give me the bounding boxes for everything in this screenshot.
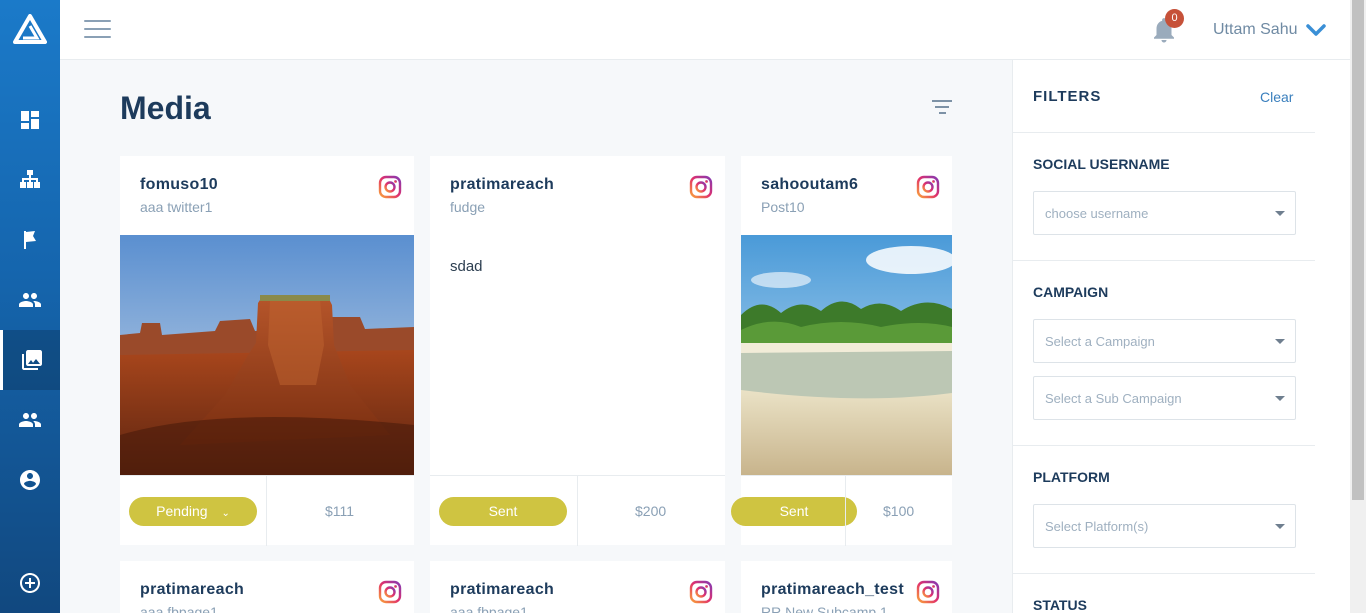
card-username: fomuso10 <box>140 176 218 193</box>
divider <box>1013 445 1315 446</box>
group-icon <box>19 413 41 427</box>
platform-placeholder: Select Platform(s) <box>1045 519 1149 534</box>
card-subtitle: aaa fbpage1 <box>140 604 218 613</box>
page-scroll-thumb[interactable] <box>1352 0 1364 500</box>
chevron-down-icon[interactable] <box>1305 22 1327 38</box>
card-username: pratimareach <box>450 176 555 193</box>
instagram-icon <box>689 175 713 199</box>
sub-campaign-select[interactable]: Select a Sub Campaign <box>1033 376 1296 420</box>
logo-icon[interactable] <box>13 14 47 44</box>
media-card[interactable]: pratimareach aaa fbpage1 <box>120 561 414 613</box>
status-dropdown-button[interactable]: Pending ⌄ <box>129 497 257 526</box>
caret-down-icon <box>1275 211 1285 216</box>
campaign-placeholder: Select a Campaign <box>1045 334 1155 349</box>
instagram-icon <box>689 580 713 604</box>
sidebar-item-media[interactable] <box>0 330 60 390</box>
username-placeholder: choose username <box>1045 206 1149 221</box>
card-username: pratimareach <box>450 581 555 598</box>
instagram-icon <box>378 580 402 604</box>
sidebar-item-users[interactable] <box>0 390 60 450</box>
status-label: Pending <box>156 503 208 519</box>
card-username: pratimareach <box>140 581 245 598</box>
sidebar-add-button[interactable] <box>0 553 60 613</box>
media-card[interactable]: fomuso10 aaa twitter1 Pending ⌄ $111 <box>120 156 414 546</box>
hamburger-line <box>84 28 111 30</box>
sidebar-item-dashboard[interactable] <box>0 90 60 150</box>
card-footer: Sent $100 <box>731 475 952 546</box>
filter-toggle-button[interactable] <box>932 100 952 116</box>
sub-campaign-placeholder: Select a Sub Campaign <box>1045 391 1182 406</box>
media-card[interactable]: pratimareach aaa fbpage1 <box>430 561 725 613</box>
status-button[interactable]: Sent <box>731 497 857 526</box>
card-subtitle: aaa fbpage1 <box>450 604 528 613</box>
caret-down-icon <box>1275 524 1285 529</box>
card-footer: Sent $200 <box>430 475 725 546</box>
divider <box>577 476 578 546</box>
hamburger-line <box>84 36 111 38</box>
top-bar: 0 Uttam Sahu <box>60 0 1350 60</box>
clear-filters-link[interactable]: Clear <box>1260 89 1293 105</box>
card-price: $100 <box>883 503 915 519</box>
media-card[interactable]: sahooutam6 Post10 Sent $100 <box>731 156 952 546</box>
filter-line <box>938 112 946 114</box>
caret-down-icon <box>1275 339 1285 344</box>
media-card[interactable]: pratimareach_test RR New Subcamp 1 <box>741 561 952 613</box>
card-image-desert[interactable] <box>120 235 414 475</box>
chevron-down-icon: ⌄ <box>221 508 230 519</box>
photo-library-icon <box>21 350 42 370</box>
campaign-select[interactable]: Select a Campaign <box>1033 319 1296 363</box>
main-content: Media fomuso10 aaa twitter1 Pending ⌄ $1… <box>60 60 1012 613</box>
filters-panel: FILTERS Clear SOCIAL USERNAME choose use… <box>1012 60 1315 613</box>
card-username: sahooutam6 <box>761 176 859 193</box>
instagram-icon <box>916 580 940 604</box>
notification-badge: 0 <box>1165 9 1184 28</box>
social-username-label: SOCIAL USERNAME <box>1033 156 1170 172</box>
card-subtitle: RR New Subcamp 1 <box>761 604 888 613</box>
filter-line <box>932 100 952 102</box>
card-price: $200 <box>635 503 667 519</box>
flag-icon <box>24 231 36 249</box>
dashboard-icon <box>21 111 39 129</box>
campaign-label: CAMPAIGN <box>1033 284 1109 300</box>
card-subtitle: fudge <box>450 199 486 215</box>
card-subtitle: aaa twitter1 <box>140 199 213 215</box>
divider <box>1013 260 1315 261</box>
sidebar <box>0 0 60 613</box>
hamburger-line <box>84 20 111 22</box>
divider <box>266 476 267 546</box>
card-price: $111 <box>325 503 355 519</box>
card-footer: Pending ⌄ $111 <box>120 475 414 546</box>
sidebar-item-influencers[interactable] <box>0 270 60 330</box>
caret-down-icon <box>1275 396 1285 401</box>
divider <box>845 476 846 546</box>
account-circle-icon <box>20 470 40 490</box>
card-text-content: sdad <box>450 258 483 275</box>
sidebar-item-account[interactable] <box>0 450 60 510</box>
username-select[interactable]: choose username <box>1033 191 1296 235</box>
filters-title: FILTERS <box>1033 88 1102 105</box>
page-scrollbar[interactable] <box>1350 0 1366 613</box>
people-icon <box>19 293 41 307</box>
media-card[interactable]: pratimareach fudge sdad Sent $200 <box>430 156 725 546</box>
platform-label: PLATFORM <box>1033 469 1110 485</box>
page-title: Media <box>120 90 211 126</box>
menu-toggle-button[interactable] <box>84 20 111 38</box>
card-username: pratimareach_test <box>761 581 904 598</box>
sidebar-item-campaigns[interactable] <box>0 210 60 270</box>
card-image-beach[interactable] <box>741 235 952 475</box>
sitemap-icon <box>20 170 40 188</box>
status-button[interactable]: Sent <box>439 497 567 526</box>
instagram-icon <box>378 175 402 199</box>
add-circle-icon <box>20 573 40 593</box>
filter-line <box>935 106 949 108</box>
divider <box>1013 132 1315 133</box>
platform-select[interactable]: Select Platform(s) <box>1033 504 1296 548</box>
sidebar-item-hierarchy[interactable] <box>0 150 60 210</box>
notifications-button[interactable]: 0 <box>1149 9 1184 48</box>
instagram-icon <box>916 175 940 199</box>
divider <box>1013 573 1315 574</box>
user-name[interactable]: Uttam Sahu <box>1213 21 1297 39</box>
card-subtitle: Post10 <box>761 199 805 215</box>
status-label: STATUS <box>1033 597 1087 613</box>
